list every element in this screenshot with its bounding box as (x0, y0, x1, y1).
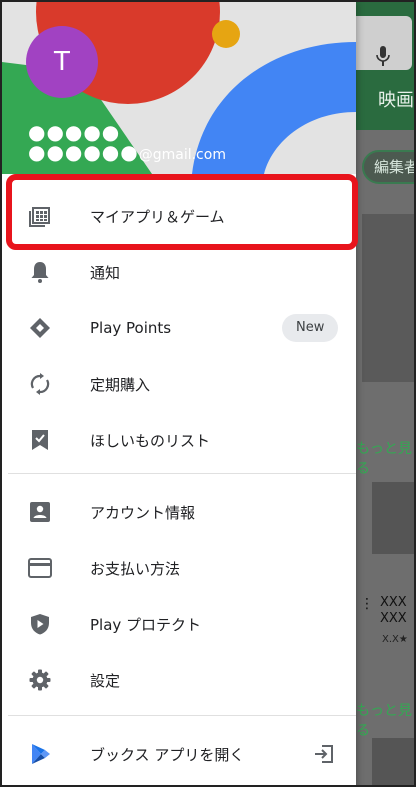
background-see-more-link: もっと見る (356, 441, 412, 477)
menu-divider (8, 715, 356, 716)
more-vert-icon: ⋮ (360, 596, 374, 612)
menu-item-wishlist[interactable]: ほしいものリスト (2, 412, 356, 468)
background-app-tile (372, 738, 414, 785)
menu-item-label: Play プロテクト (90, 615, 202, 634)
background-search-bar (356, 16, 412, 70)
menu-item-label: 設定 (90, 671, 121, 690)
menu-item-label: 定期購入 (90, 375, 151, 394)
menu-item-settings[interactable]: 設定 (2, 652, 356, 708)
new-badge: New (282, 314, 339, 342)
play-books-icon (28, 742, 52, 766)
account-info: ●●●●● ●●●●●●@gmail.com (28, 122, 226, 165)
account-email-local: ●●●●●● (28, 140, 139, 164)
background-app-title: XXX (380, 595, 407, 610)
menu-item-label: ブックス アプリを開く (90, 745, 245, 764)
menu-item-subscriptions[interactable]: 定期購入 (2, 356, 356, 412)
menu-divider (8, 473, 356, 474)
background-app-scrim[interactable]: 映画 編集者 もっと見る ⋮ XXX XXX X.X★ もっと見る (356, 2, 414, 785)
menu-item-play-points[interactable]: Play Points New (2, 300, 356, 356)
background-tab-movies: 映画 (378, 90, 414, 111)
background-app-subtitle: XXX (380, 611, 407, 626)
menu-item-label: アカウント情報 (90, 503, 196, 522)
gear-icon (28, 668, 52, 692)
drawer-header[interactable]: T ●●●●● ●●●●●●@gmail.com (2, 2, 356, 174)
menu-item-label: 通知 (90, 263, 121, 282)
background-chip: 編集者 (362, 150, 414, 184)
menu-item-label: ほしいものリスト (90, 431, 211, 450)
menu-item-account[interactable]: アカウント情報 (2, 484, 356, 540)
background-see-more-link: もっと見る (356, 703, 412, 739)
diamond-icon (28, 316, 52, 340)
menu-item-label: Play Points (90, 319, 172, 337)
menu-item-payment-methods[interactable]: お支払い方法 (2, 540, 356, 596)
bell-icon (28, 260, 52, 284)
bookmark-check-icon (28, 428, 52, 452)
background-app-rating: X.X★ (382, 634, 408, 645)
mic-icon (376, 46, 390, 66)
menu-item-open-books-app[interactable]: ブックス アプリを開く (2, 726, 356, 782)
avatar[interactable]: T (26, 26, 98, 98)
menu-item-label: お支払い方法 (90, 559, 181, 578)
credit-card-icon (28, 556, 52, 580)
refresh-icon (28, 372, 52, 396)
background-app-tile (372, 482, 414, 554)
menu-item-play-protect[interactable]: Play プロテクト (2, 596, 356, 652)
screen: 映画 編集者 もっと見る ⋮ XXX XXX X.X★ もっと見る T ●●●●… (0, 0, 416, 787)
account-email-domain: @gmail.com (138, 147, 226, 163)
account-box-icon (28, 500, 52, 524)
shield-icon (28, 612, 52, 636)
account-name: ●●●●● (28, 120, 121, 144)
highlight-frame (6, 174, 358, 250)
menu-item-notifications[interactable]: 通知 (2, 244, 356, 300)
navigation-drawer: T ●●●●● ●●●●●●@gmail.com マイアプリ＆ゲーム 通知 Pl… (2, 2, 358, 785)
background-card (362, 214, 414, 382)
open-app-icon (314, 744, 334, 764)
